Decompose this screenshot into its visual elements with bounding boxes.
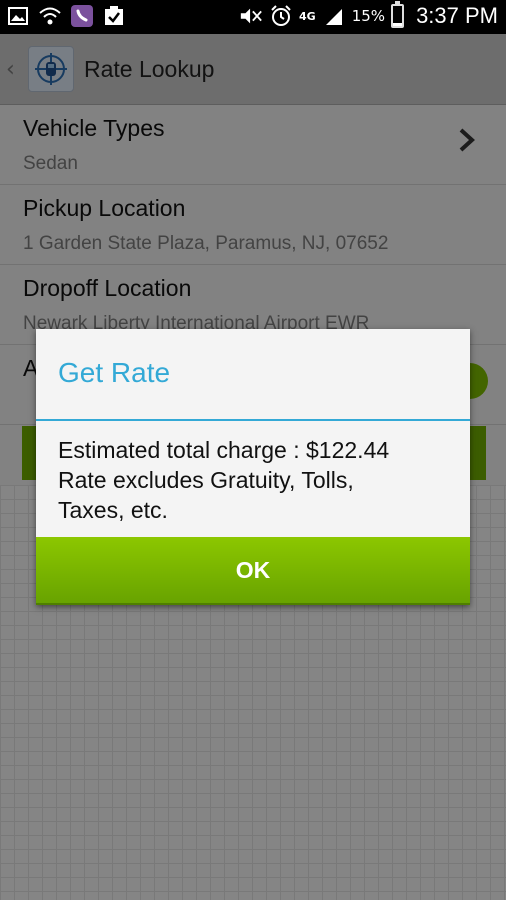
dialog-title: Get Rate bbox=[58, 357, 171, 388]
status-right-icons: 4G 15% 3:37 PM bbox=[239, 1, 498, 29]
alarm-icon bbox=[269, 4, 293, 28]
viber-icon bbox=[70, 4, 94, 28]
gallery-icon bbox=[6, 4, 30, 28]
battery-level bbox=[393, 23, 403, 26]
mute-icon bbox=[239, 4, 263, 28]
wifi-icon bbox=[38, 4, 62, 28]
clock: 3:37 PM bbox=[416, 3, 498, 28]
battery-percent: 15% bbox=[351, 7, 386, 25]
status-bar: 4G 15% 3:37 PM bbox=[0, 0, 506, 34]
dialog-divider bbox=[36, 419, 470, 421]
signal-icon bbox=[322, 4, 346, 28]
dialog-message: Estimated total charge : $122.44 Rate ex… bbox=[58, 437, 390, 523]
battery-icon bbox=[391, 1, 405, 28]
get-rate-dialog: Get Rate Estimated total charge : $122.4… bbox=[36, 329, 470, 605]
status-left-icons bbox=[6, 4, 126, 28]
checklist-icon bbox=[102, 4, 126, 28]
network-type-label: 4G bbox=[299, 9, 316, 23]
ok-button[interactable]: OK bbox=[36, 537, 470, 605]
